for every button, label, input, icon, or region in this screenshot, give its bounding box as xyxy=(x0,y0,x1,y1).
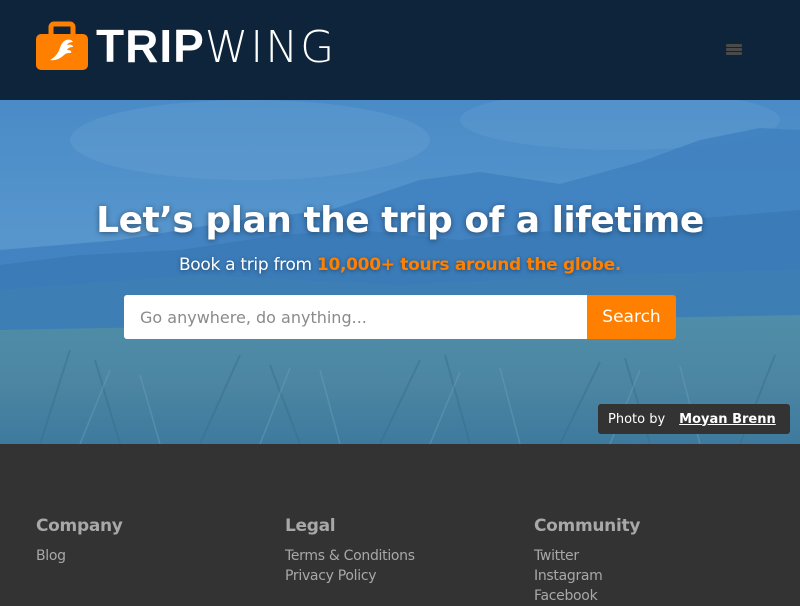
footer-column-legal: Legal Terms & Conditions Privacy Policy xyxy=(285,516,415,586)
footer-link-instagram[interactable]: Instagram xyxy=(534,566,640,586)
hero-subtitle-prefix: Book a trip from xyxy=(178,255,317,275)
photo-credit-author-link[interactable]: Moyan Brenn xyxy=(679,412,776,427)
photo-credit: Photo by Moyan Brenn xyxy=(598,404,790,434)
footer-heading: Company xyxy=(36,516,123,536)
hero-subtitle-accent: 10,000+ tours around the globe. xyxy=(316,255,622,275)
hero-title: Let’s plan the trip of a lifetime xyxy=(96,200,704,241)
photo-credit-label: Photo by xyxy=(608,411,666,427)
site-header: TRIPWING xyxy=(0,0,800,100)
hero-subtitle: Book a trip from 10,000+ tours around th… xyxy=(0,255,800,275)
footer-link-terms[interactable]: Terms & Conditions xyxy=(285,546,415,566)
search-input[interactable] xyxy=(124,295,587,339)
logo-wordmark: TRIPWING xyxy=(96,20,336,74)
search-button[interactable]: Search xyxy=(587,295,676,339)
footer-link-facebook[interactable]: Facebook xyxy=(534,586,640,606)
footer-column-community: Community Twitter Instagram Facebook xyxy=(534,516,640,606)
menu-bar xyxy=(726,48,742,51)
site-footer: Company Blog Legal Terms & Conditions Pr… xyxy=(0,444,800,604)
logo[interactable]: TRIPWING xyxy=(36,20,336,74)
footer-heading: Legal xyxy=(285,516,336,536)
footer-column-company: Company Blog xyxy=(36,516,123,566)
logo-wordmark-bold: TRIP xyxy=(96,20,205,72)
footer-link-blog[interactable]: Blog xyxy=(36,546,123,566)
menu-bar xyxy=(726,44,742,47)
suitcase-wing-icon xyxy=(36,20,88,72)
menu-bar xyxy=(726,52,742,55)
search-bar: Search xyxy=(124,295,676,339)
footer-link-privacy[interactable]: Privacy Policy xyxy=(285,566,415,586)
hamburger-menu-icon[interactable] xyxy=(726,44,742,56)
footer-link-twitter[interactable]: Twitter xyxy=(534,546,640,566)
footer-heading: Community xyxy=(534,516,641,536)
hero-section: Let’s plan the trip of a lifetime Book a… xyxy=(0,100,800,444)
logo-wordmark-thin: WING xyxy=(204,22,337,73)
